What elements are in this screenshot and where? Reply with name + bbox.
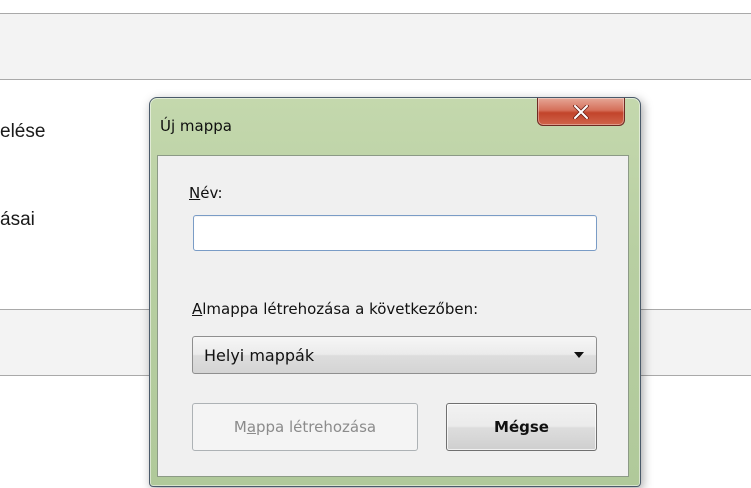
- cancel-button[interactable]: Mégse: [446, 403, 597, 451]
- create-folder-button[interactable]: Ma ppa létrehozása: [192, 403, 418, 451]
- folder-name-input[interactable]: [193, 215, 597, 251]
- parent-folder-select[interactable]: Helyi mappák: [192, 336, 597, 374]
- background-text-line-2: ásai: [0, 209, 35, 230]
- close-button[interactable]: [537, 98, 625, 126]
- chevron-down-icon: [574, 352, 584, 358]
- background-toolbar-band: [0, 13, 751, 80]
- name-label: Név:: [189, 184, 223, 202]
- subfolder-location-label: Almappa létrehozása a következőben:: [192, 300, 479, 318]
- parent-folder-selected-value: Helyi mappák: [204, 346, 315, 365]
- background-text-line-1: elése: [0, 121, 46, 142]
- new-folder-dialog: Új mappa Név: Almappa létrehozása a köve…: [149, 97, 641, 487]
- close-x-icon: [573, 104, 589, 119]
- dialog-title: Új mappa: [160, 117, 232, 135]
